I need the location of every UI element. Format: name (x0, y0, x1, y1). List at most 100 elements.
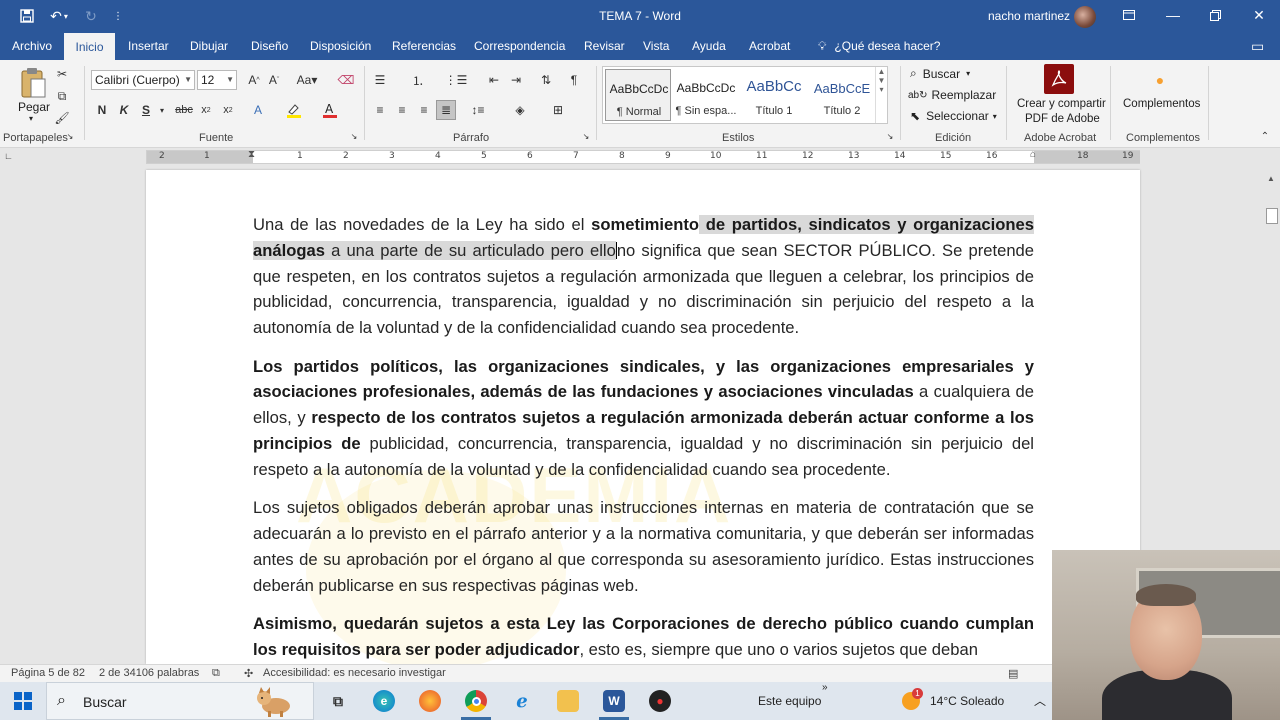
shading-icon[interactable]: ◈ (510, 100, 530, 120)
accessibility-icon[interactable]: ✣ (244, 667, 253, 680)
borders-icon[interactable]: ⊞ (548, 100, 568, 120)
superscript-button[interactable]: x2 (218, 100, 238, 120)
clipboard-launcher-icon[interactable]: ↘ (64, 130, 76, 142)
addins-button[interactable]: Complementos (1123, 98, 1200, 110)
numbering-icon[interactable]: ⒈ (408, 70, 428, 90)
tab-ayuda[interactable]: Ayuda (690, 32, 728, 60)
tab-selector-icon[interactable]: ∟ (4, 151, 16, 163)
tab-acrobat[interactable]: Acrobat (747, 32, 792, 60)
paragraph-launcher-icon[interactable]: ↘ (580, 130, 592, 142)
font-color-icon[interactable]: A (320, 100, 340, 120)
format-painter-icon[interactable]: 🖌︎ (52, 108, 72, 128)
this-pc-toolbar[interactable]: Este equipo (758, 694, 821, 708)
align-center-icon[interactable]: ≡ (392, 100, 412, 120)
scroll-up-icon[interactable]: ▲ (1265, 174, 1277, 186)
text-effects-icon[interactable]: A (248, 100, 268, 120)
tab-diseno[interactable]: Diseño (249, 32, 290, 60)
strikethrough-button[interactable]: abc (174, 100, 194, 120)
word-icon[interactable]: W (599, 690, 629, 720)
clear-formatting-icon[interactable]: ⌫ (336, 70, 356, 90)
paste-dropdown-icon[interactable]: ▾ (29, 114, 33, 123)
paste-icon[interactable] (18, 66, 48, 100)
tab-inicio[interactable]: Inicio (64, 33, 115, 61)
justify-icon[interactable]: ≣ (436, 100, 456, 120)
cut-icon[interactable]: ✂ (52, 64, 72, 84)
chevron-expand-icon[interactable]: » (822, 682, 828, 693)
tray-chevron-icon[interactable]: ︿ (1034, 692, 1046, 709)
tab-revisar[interactable]: Revisar (582, 32, 627, 60)
italic-button[interactable]: K (114, 100, 134, 120)
weather-text[interactable]: 14°C Soleado (930, 694, 1004, 708)
restore-icon[interactable] (1200, 4, 1230, 26)
line-spacing-icon[interactable]: ↕≡ (468, 100, 488, 120)
windows-start-icon[interactable] (14, 692, 32, 715)
document-page[interactable]: ACADEMIA Una de las novedades de la Ley … (146, 170, 1140, 664)
replace-button[interactable]: ab↻ Reemplazar (908, 88, 996, 102)
minimize-icon[interactable]: — (1158, 4, 1188, 26)
styles-scroll[interactable]: ▲ ▼ ▾ (875, 67, 887, 123)
avatar[interactable] (1074, 6, 1096, 28)
indent-marker-icon[interactable]: ⧗ (248, 149, 255, 160)
file-explorer-icon[interactable] (557, 690, 579, 712)
obs-recorder-icon[interactable]: ● (649, 690, 671, 712)
tab-referencias[interactable]: Referencias (390, 32, 458, 60)
multilevel-list-icon[interactable]: ⋮☰ (445, 70, 468, 90)
copy-icon[interactable]: ⧉ (52, 86, 72, 106)
page-count[interactable]: Página 5 de 82 (11, 667, 85, 679)
tab-disposicion[interactable]: Disposición (308, 32, 373, 60)
find-button[interactable]: ⌕ Buscar ▾ (910, 66, 970, 81)
decrease-indent-icon[interactable]: ⇤ (484, 70, 504, 90)
bullets-icon[interactable]: ☰ (370, 70, 390, 90)
close-icon[interactable]: ✕ (1244, 4, 1274, 26)
tell-me-search[interactable]: 💡︎ ¿Qué desea hacer? (816, 32, 942, 60)
font-name-combo[interactable]: Calibri (Cuerpo) ▼ (91, 70, 195, 90)
change-case-icon[interactable]: Aa▾ (292, 70, 322, 90)
bold-button[interactable]: N (92, 100, 112, 120)
tab-correspondencia[interactable]: Correspondencia (472, 32, 567, 60)
adobe-pdf-icon[interactable] (1044, 64, 1074, 94)
style-heading-2[interactable]: AaBbCcE Título 2 (809, 69, 875, 121)
edge-icon[interactable]: e (373, 690, 395, 712)
increase-indent-icon[interactable]: ⇥ (506, 70, 526, 90)
create-pdf-label-1[interactable]: Crear y compartir (1017, 98, 1106, 110)
document-body[interactable]: Una de las novedades de la Ley ha sido e… (253, 212, 1034, 664)
addins-icon[interactable]: ● (1150, 70, 1170, 90)
comments-icon[interactable]: ▭ (1249, 32, 1266, 60)
select-button[interactable]: ⬉ Seleccionar ▾ (910, 109, 997, 123)
collapse-ribbon-icon[interactable]: ⌃ (1258, 130, 1272, 142)
tab-archivo[interactable]: Archivo (10, 32, 54, 60)
ie-icon[interactable]: ℯ (511, 690, 533, 712)
align-left-icon[interactable]: ≡ (370, 100, 390, 120)
styles-launcher-icon[interactable]: ↘ (884, 130, 896, 142)
align-right-icon[interactable]: ≡ (414, 100, 434, 120)
chrome-icon[interactable] (461, 690, 491, 720)
grow-font-icon[interactable]: A ^ (244, 70, 264, 90)
scroll-thumb[interactable] (1266, 208, 1278, 224)
proofing-icon[interactable]: ⧉ (212, 667, 220, 680)
font-size-combo[interactable]: 12 ▼ (197, 70, 237, 90)
sort-icon[interactable]: ⇅ (536, 70, 556, 90)
ribbon-display-icon[interactable] (1114, 4, 1144, 26)
right-indent-marker-icon[interactable]: ⌂ (1030, 149, 1036, 160)
subscript-button[interactable]: x2 (196, 100, 216, 120)
font-launcher-icon[interactable]: ↘ (348, 130, 360, 142)
pilcrow-icon[interactable]: ¶ (564, 70, 584, 90)
word-count[interactable]: 2 de 34106 palabras (99, 667, 199, 679)
firefox-icon[interactable] (419, 690, 441, 712)
style-heading-1[interactable]: AaBbCc Título 1 (741, 69, 807, 121)
tab-dibujar[interactable]: Dibujar (188, 32, 230, 60)
underline-dropdown-icon[interactable]: ▾ (152, 100, 172, 120)
tab-vista[interactable]: Vista (641, 32, 671, 60)
shrink-font-icon[interactable]: Aˇ (264, 70, 284, 90)
style-normal[interactable]: AaBbCcDc ¶ Normal (605, 69, 671, 121)
accessibility-status[interactable]: Accesibilidad: es necesario investigar (263, 667, 446, 679)
tab-insertar[interactable]: Insertar (126, 32, 171, 60)
paste-label[interactable]: Pegar (18, 100, 50, 114)
style-no-spacing[interactable]: AaBbCcDc ¶ Sin espa... (673, 69, 739, 121)
user-name[interactable]: nacho martinez (988, 9, 1070, 23)
horizontal-ruler[interactable]: 2 1 ⧗ 1 2 3 4 5 6 7 8 9 10 11 12 13 14 1… (146, 149, 1140, 164)
create-pdf-label-2[interactable]: PDF de Adobe (1025, 113, 1100, 125)
read-mode-icon[interactable]: ▤ (1008, 667, 1018, 680)
highlight-color-icon[interactable] (284, 100, 304, 120)
task-view-icon[interactable]: ⧉ (327, 690, 349, 712)
